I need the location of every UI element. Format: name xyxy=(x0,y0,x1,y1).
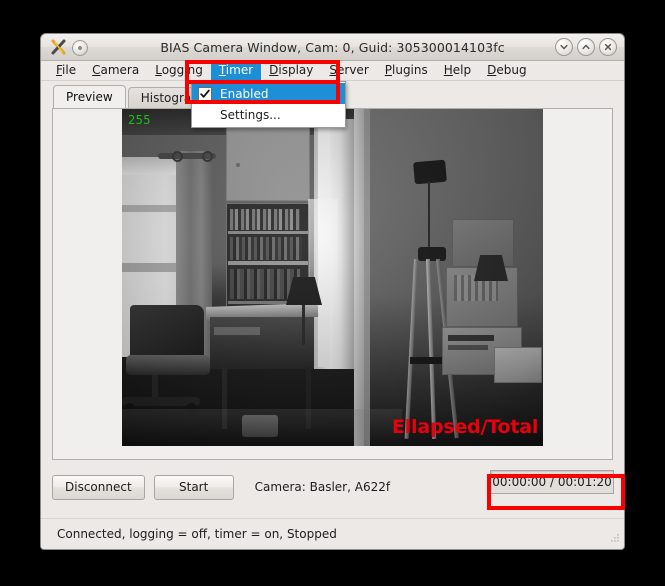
status-bar: Connected, logging = off, timer = on, St… xyxy=(41,518,624,549)
maximize-button[interactable] xyxy=(577,38,595,56)
screen: BIAS Camera Window, Cam: 0, Guid: 305300… xyxy=(0,0,665,586)
menu-camera-rest: amera xyxy=(100,63,140,77)
preview-scene xyxy=(122,109,543,446)
elapsed-total-time-value: 00:00:00 / 00:01:20 xyxy=(492,475,612,489)
chevron-up-icon xyxy=(582,44,590,50)
window-title: BIAS Camera Window, Cam: 0, Guid: 305300… xyxy=(160,39,505,55)
tab-preview[interactable]: Preview xyxy=(53,85,126,108)
menu-display[interactable]: Display xyxy=(261,61,321,80)
scissors-x-icon xyxy=(50,39,67,56)
elapsed-total-time-annotation: Ellapsed/Total Time xyxy=(391,416,543,438)
timer-dropdown-menu: Enabled Settings... xyxy=(191,81,346,128)
menu-file[interactable]: File xyxy=(48,61,84,80)
menu-plugins[interactable]: Plugins xyxy=(377,61,436,80)
menu-item-settings[interactable]: Settings... xyxy=(192,104,345,125)
menu-server[interactable]: Server xyxy=(321,61,376,80)
disconnect-button[interactable]: Disconnect xyxy=(52,474,145,500)
start-button[interactable]: Start xyxy=(153,474,234,500)
bias-camera-window: BIAS Camera Window, Cam: 0, Guid: 305300… xyxy=(40,33,625,550)
menu-camera[interactable]: Camera xyxy=(84,61,147,80)
menu-item-settings-label: Settings... xyxy=(220,107,281,122)
controls-row: Disconnect Start Camera: Basler, A622f 0… xyxy=(52,470,614,501)
title-bar[interactable]: BIAS Camera Window, Cam: 0, Guid: 305300… xyxy=(41,34,624,61)
camera-info-label: Camera: Basler, A622f xyxy=(254,480,391,494)
checkmark-icon xyxy=(200,89,210,98)
menu-item-enabled-label: Enabled xyxy=(220,86,269,101)
enabled-checkbox[interactable] xyxy=(198,86,212,101)
pixel-value-overlay: 255 xyxy=(128,113,151,127)
menu-logging[interactable]: Logging xyxy=(147,61,211,80)
minimize-button[interactable] xyxy=(555,38,573,56)
menu-debug[interactable]: Debug xyxy=(479,61,534,80)
menu-display-rest: isplay xyxy=(278,63,314,77)
menu-bar: File Camera Logging Timer Display Server… xyxy=(41,61,624,81)
resize-grip-icon[interactable] xyxy=(608,533,620,545)
preview-panel: 255 Ellapsed/Total Time xyxy=(52,108,613,460)
window-menu-button[interactable] xyxy=(72,40,88,56)
tab-preview-label: Preview xyxy=(66,90,113,104)
menu-timer-rest: imer xyxy=(225,63,254,77)
close-x-icon xyxy=(604,43,612,51)
menu-plugins-rest: lugins xyxy=(392,63,428,77)
menu-file-rest: ile xyxy=(62,63,77,77)
chevron-down-icon xyxy=(560,44,568,50)
disconnect-button-label: Disconnect xyxy=(65,480,132,494)
menu-timer[interactable]: Timer xyxy=(210,61,262,80)
time-display-wrapper: 00:00:00 / 00:01:20 xyxy=(490,470,614,494)
menu-help-rest: elp xyxy=(452,63,472,77)
start-button-label: Start xyxy=(179,480,209,494)
menu-help[interactable]: Help xyxy=(436,61,479,80)
menu-logging-rest: ogging xyxy=(161,63,203,77)
menu-debug-rest: ebug xyxy=(496,63,527,77)
close-button[interactable] xyxy=(599,38,617,56)
menu-item-enabled[interactable]: Enabled xyxy=(192,83,345,104)
window-control-buttons xyxy=(555,38,617,56)
elapsed-total-time-field[interactable]: 00:00:00 / 00:01:20 xyxy=(490,470,614,494)
camera-preview-image[interactable]: 255 Ellapsed/Total Time xyxy=(122,109,543,446)
status-text: Connected, logging = off, timer = on, St… xyxy=(57,527,337,541)
menu-server-rest: erver xyxy=(337,63,369,77)
